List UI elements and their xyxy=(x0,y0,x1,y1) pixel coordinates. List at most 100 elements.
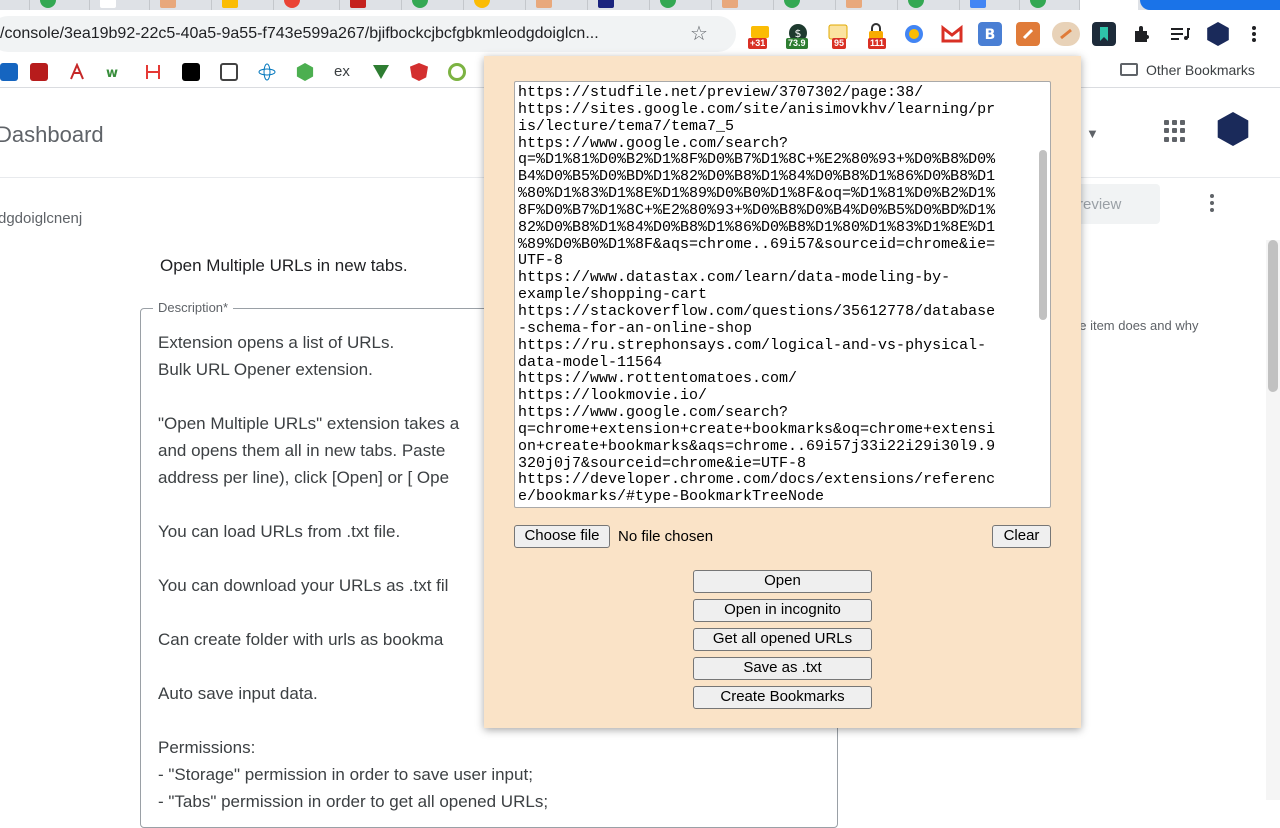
bookmark-ex[interactable]: ex xyxy=(334,63,358,81)
tab-favicon-icon xyxy=(412,0,428,8)
url-line: https://lookmovie.io/ xyxy=(518,387,708,405)
tab-strip xyxy=(0,0,1280,10)
browser-tab[interactable] xyxy=(898,0,960,10)
clear-button[interactable]: Clear xyxy=(992,525,1051,548)
extension-icon[interactable]: 95 xyxy=(826,22,850,49)
browser-tab[interactable] xyxy=(960,0,1020,10)
url-line: %80%D1%83%D1%8E%D1%89%D0%B0%D1%8F&oq=%D1… xyxy=(518,185,996,203)
node-icon[interactable] xyxy=(296,63,314,81)
create-bookmarks-button[interactable]: Create Bookmarks xyxy=(693,686,872,709)
browser-tab[interactable] xyxy=(836,0,898,10)
bookmark-icon[interactable] xyxy=(0,63,18,81)
address-bar-url[interactable]: /console/3ea19b92-22c5-40a5-9a55-f743e59… xyxy=(0,25,690,43)
bookmark-icon[interactable] xyxy=(182,63,200,81)
avatar[interactable] xyxy=(1217,112,1249,146)
open-multiple-urls-icon[interactable] xyxy=(1052,22,1080,46)
url-line: UTF-8 xyxy=(518,252,564,270)
apps-grid-icon[interactable] xyxy=(1164,120,1186,142)
svg-text:B: B xyxy=(985,27,996,43)
browser-tab[interactable] xyxy=(402,0,464,10)
url-line: 82%D0%B8%D1%84%D0%B8%D1%86%D0%B8%D1%80%D… xyxy=(518,218,996,236)
url-line: B4%D0%B5%D0%BD%D1%82%D0%B8%D1%84%D0%B8%D… xyxy=(518,168,996,186)
bookmark-star-icon[interactable]: ☆ xyxy=(690,21,708,46)
browser-tab[interactable] xyxy=(0,0,30,10)
tab-favicon-icon xyxy=(474,0,490,8)
extension-badge: 73.9 xyxy=(786,38,808,49)
url-line: https://studfile.net/preview/3707302/pag… xyxy=(518,85,924,101)
get-all-urls-button[interactable]: Get all opened URLs xyxy=(693,628,872,651)
browser-tab[interactable] xyxy=(712,0,774,10)
bookmark-icon[interactable] xyxy=(68,62,86,81)
browser-tab[interactable] xyxy=(1020,0,1080,10)
url-line: https://www.datastax.com/learn/data-mode… xyxy=(518,269,951,287)
url-list-text: https://studfile.net/preview/3707302/pag… xyxy=(518,85,1033,506)
extension-id: dgdoiglcnenj xyxy=(0,210,83,227)
browser-tab[interactable] xyxy=(464,0,526,10)
other-bookmarks-label: Other Bookmarks xyxy=(1146,62,1255,78)
puzzle-icon[interactable] xyxy=(1130,22,1154,46)
bookmark-ext-icon[interactable] xyxy=(1092,22,1116,46)
address-bar[interactable]: /console/3ea19b92-22c5-40a5-9a55-f743e59… xyxy=(0,16,736,52)
vue-icon[interactable] xyxy=(372,63,390,81)
page-title: Dashboard xyxy=(0,122,104,147)
description-label: Description* xyxy=(153,300,234,315)
url-line: https://www.google.com/search? xyxy=(518,404,789,422)
b-extension-icon[interactable]: B xyxy=(978,22,1002,46)
item-summary: Open Multiple URLs in new tabs. xyxy=(160,256,408,275)
description-line: Permissions: xyxy=(158,738,256,757)
link-icon[interactable] xyxy=(1016,22,1040,46)
browser-tab[interactable] xyxy=(150,0,212,10)
open-incognito-button[interactable]: Open in incognito xyxy=(693,599,872,622)
tab-favicon-icon xyxy=(350,0,366,8)
active-tab[interactable] xyxy=(1080,0,1138,10)
browser-tab[interactable] xyxy=(340,0,402,10)
url-line: example/shopping-cart xyxy=(518,286,708,304)
gmail-icon[interactable] xyxy=(940,22,964,46)
more-options-icon[interactable] xyxy=(1204,192,1220,218)
file-status: No file chosen xyxy=(618,528,714,545)
save-txt-button[interactable]: Save as .txt xyxy=(693,657,872,680)
extension-icon[interactable]: 111 xyxy=(864,22,888,49)
browser-tab[interactable] xyxy=(30,0,90,10)
bookmark-icon[interactable] xyxy=(30,63,48,81)
bookmark-icon[interactable] xyxy=(144,63,162,81)
tab-favicon-icon xyxy=(722,0,738,8)
browser-tab[interactable] xyxy=(588,0,650,10)
bookmark-icon[interactable]: w xyxy=(106,63,124,81)
browser-tab[interactable] xyxy=(526,0,588,10)
angular-icon[interactable] xyxy=(410,63,428,81)
url-line: https://stackoverflow.com/questions/3561… xyxy=(518,302,996,320)
browser-tab[interactable] xyxy=(90,0,150,10)
extension-badge: 111 xyxy=(868,38,887,49)
url-line: 8F%D0%B7%D1%8C+%E2%80%93+%D0%B8%D0%B4%D0… xyxy=(518,201,996,219)
tab-favicon-icon xyxy=(536,0,552,8)
other-bookmarks[interactable]: Other Bookmarks xyxy=(1120,62,1255,78)
open-button[interactable]: Open xyxy=(693,570,872,593)
tab-favicon-icon xyxy=(908,0,924,8)
extension-icon[interactable]: +31 xyxy=(748,22,772,49)
browser-tab[interactable] xyxy=(650,0,712,10)
svg-text:w: w xyxy=(106,66,118,81)
choose-file-button[interactable]: Choose file xyxy=(514,525,610,548)
browser-tab[interactable] xyxy=(212,0,274,10)
profile-avatar-icon[interactable] xyxy=(1207,22,1229,46)
url-list-textarea[interactable]: https://studfile.net/preview/3707302/pag… xyxy=(514,81,1051,508)
browser-tab[interactable] xyxy=(274,0,340,10)
url-line: e/bookmarks/#type-BookmarkTreeNode xyxy=(518,488,825,506)
extension-icon[interactable]: $ 73.9 xyxy=(786,22,810,49)
url-line: %89%D0%B0%D1%8F&aqs=chrome..69i57&source… xyxy=(518,235,996,253)
url-list-scrollbar[interactable] xyxy=(1039,150,1047,320)
target-icon[interactable] xyxy=(902,22,926,46)
url-line: on+create+bookmarks&aqs=chrome..69i57j33… xyxy=(518,437,996,455)
chevron-down-icon: ▼ xyxy=(1086,126,1099,141)
bookmark-icon[interactable] xyxy=(448,63,466,81)
media-queue-icon[interactable] xyxy=(1168,22,1192,46)
browser-menu-icon[interactable] xyxy=(1246,22,1262,46)
extension-badge: +31 xyxy=(748,38,768,49)
new-tab-button[interactable] xyxy=(1140,0,1280,10)
browser-tab[interactable] xyxy=(774,0,836,10)
react-icon[interactable] xyxy=(258,63,276,81)
url-line: https://developer.chrome.com/docs/extens… xyxy=(518,471,996,489)
bookmark-icon[interactable] xyxy=(220,63,238,81)
page-scrollbar[interactable] xyxy=(1268,240,1278,392)
